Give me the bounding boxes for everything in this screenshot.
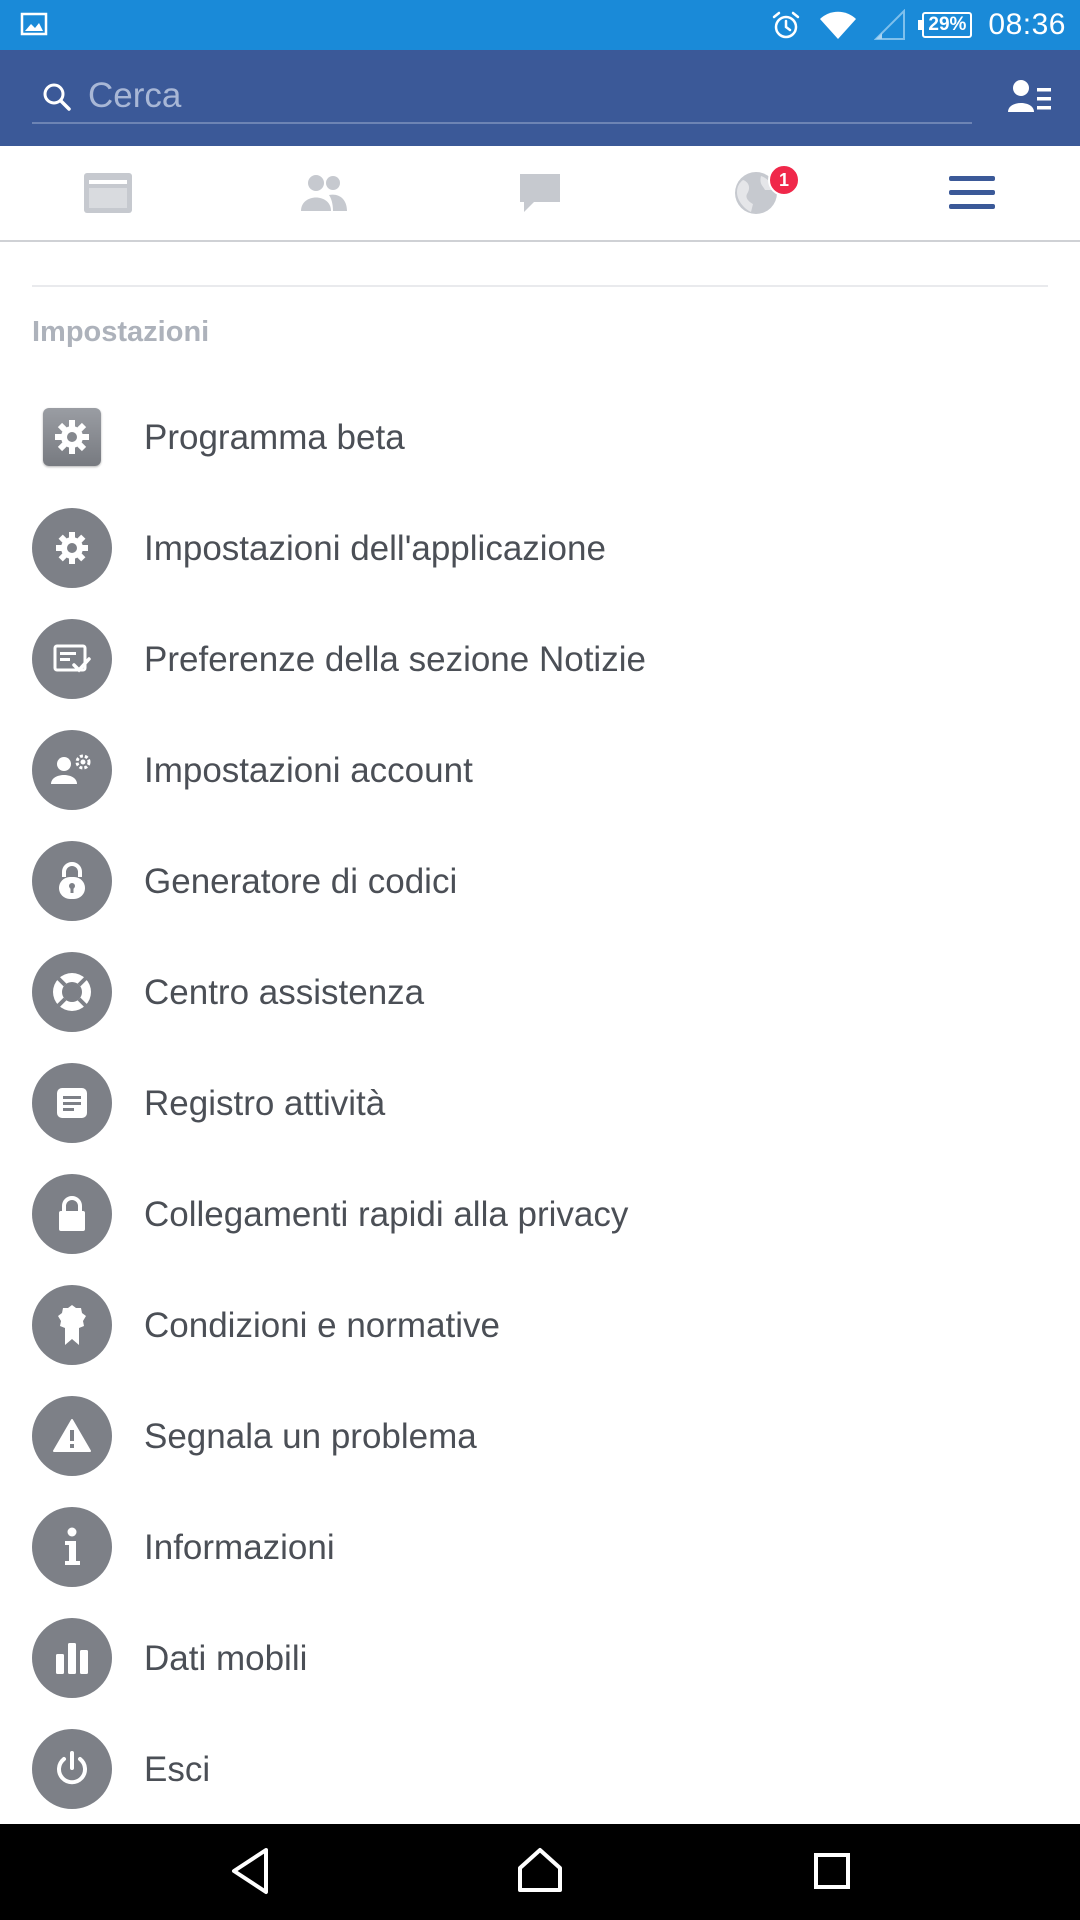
menu-item-beta-program[interactable]: Programma beta bbox=[0, 382, 1080, 493]
menu-item-label: Impostazioni account bbox=[144, 750, 473, 790]
settings-content: Impostazioni Programma beta Impostazioni… bbox=[0, 242, 1080, 1824]
chat-bubble-icon bbox=[520, 174, 560, 212]
tab-friend-requests[interactable] bbox=[216, 146, 432, 240]
menu-item-label: Centro assistenza bbox=[144, 972, 425, 1012]
recent-apps-icon[interactable] bbox=[810, 1844, 854, 1898]
tab-messages[interactable] bbox=[432, 146, 648, 240]
lifebuoy-icon bbox=[53, 973, 91, 1011]
warning-icon bbox=[53, 1419, 91, 1452]
menu-item-label: Informazioni bbox=[144, 1527, 335, 1567]
news-feed-icon bbox=[84, 173, 132, 213]
divider bbox=[32, 285, 1048, 287]
user-gear-icon bbox=[51, 754, 91, 784]
menu-item-info[interactable]: Informazioni bbox=[0, 1492, 1080, 1603]
menu-item-label: Programma beta bbox=[144, 417, 405, 457]
back-icon[interactable] bbox=[228, 1844, 274, 1898]
document-icon bbox=[57, 1088, 87, 1118]
android-nav-bar bbox=[0, 1824, 1080, 1920]
notification-badge: 1 bbox=[768, 164, 800, 196]
menu-item-label: Condizioni e normative bbox=[144, 1305, 501, 1345]
menu-item-privacy-shortcuts[interactable]: Collegamenti rapidi alla privacy bbox=[0, 1159, 1080, 1270]
bar-chart-icon bbox=[56, 1643, 88, 1674]
menu-item-label: Esci bbox=[144, 1749, 211, 1789]
settings-menu: Programma beta Impostazioni dell'applica… bbox=[0, 382, 1080, 1824]
menu-item-mobile-data[interactable]: Dati mobili bbox=[0, 1603, 1080, 1714]
menu-item-help-center[interactable]: Centro assistenza bbox=[0, 937, 1080, 1048]
ribbon-icon bbox=[58, 1305, 86, 1345]
menu-item-label: Dati mobili bbox=[144, 1638, 308, 1678]
menu-item-terms-policies[interactable]: Condizioni e normative bbox=[0, 1270, 1080, 1381]
search-icon bbox=[43, 83, 71, 111]
search-field[interactable] bbox=[32, 72, 972, 124]
home-icon[interactable] bbox=[516, 1844, 564, 1898]
alarm-icon bbox=[773, 11, 800, 39]
menu-item-label: Preferenze della sezione Notizie bbox=[144, 639, 646, 679]
battery-indicator: 29% bbox=[918, 12, 973, 38]
info-icon bbox=[65, 1527, 80, 1565]
menu-item-label: Impostazioni dell'applicazione bbox=[144, 528, 606, 568]
section-title: Impostazioni bbox=[32, 316, 210, 348]
search-header bbox=[0, 50, 1080, 146]
power-icon bbox=[57, 1751, 87, 1785]
menu-item-label: Generatore di codici bbox=[144, 861, 458, 901]
signal-icon bbox=[874, 9, 906, 40]
code-lock-icon bbox=[59, 862, 85, 899]
gallery-notification-icon bbox=[20, 12, 48, 36]
wifi-icon bbox=[820, 11, 857, 39]
status-bar: 29% 08:36 bbox=[0, 0, 1080, 50]
tab-bar: 1 bbox=[0, 146, 1080, 242]
menu-item-news-feed-preferences[interactable]: Preferenze della sezione Notizie bbox=[0, 604, 1080, 715]
feed-check-icon bbox=[53, 644, 91, 673]
gear-icon bbox=[56, 532, 88, 564]
menu-item-label: Collegamenti rapidi alla privacy bbox=[144, 1194, 629, 1234]
menu-item-label: Segnala un problema bbox=[144, 1416, 477, 1456]
contacts-list-icon[interactable] bbox=[1008, 78, 1052, 118]
lock-icon bbox=[59, 1196, 85, 1231]
tab-menu[interactable] bbox=[864, 146, 1080, 240]
hamburger-menu-icon bbox=[949, 176, 995, 209]
menu-item-app-settings[interactable]: Impostazioni dell'applicazione bbox=[0, 493, 1080, 604]
status-icons: 29% 08:36 bbox=[770, 0, 1066, 50]
menu-item-activity-log[interactable]: Registro attività bbox=[0, 1048, 1080, 1159]
friends-icon bbox=[301, 175, 347, 211]
menu-item-label: Registro attività bbox=[144, 1083, 386, 1123]
menu-item-report-problem[interactable]: Segnala un problema bbox=[0, 1381, 1080, 1492]
menu-item-logout[interactable]: Esci bbox=[0, 1714, 1080, 1824]
menu-item-code-generator[interactable]: Generatore di codici bbox=[0, 826, 1080, 937]
gear-icon bbox=[55, 420, 89, 454]
search-input[interactable] bbox=[88, 74, 948, 118]
menu-item-account-settings[interactable]: Impostazioni account bbox=[0, 715, 1080, 826]
tab-news-feed[interactable] bbox=[0, 146, 216, 240]
tab-notifications[interactable]: 1 bbox=[648, 146, 864, 240]
clock: 08:36 bbox=[988, 8, 1066, 41]
